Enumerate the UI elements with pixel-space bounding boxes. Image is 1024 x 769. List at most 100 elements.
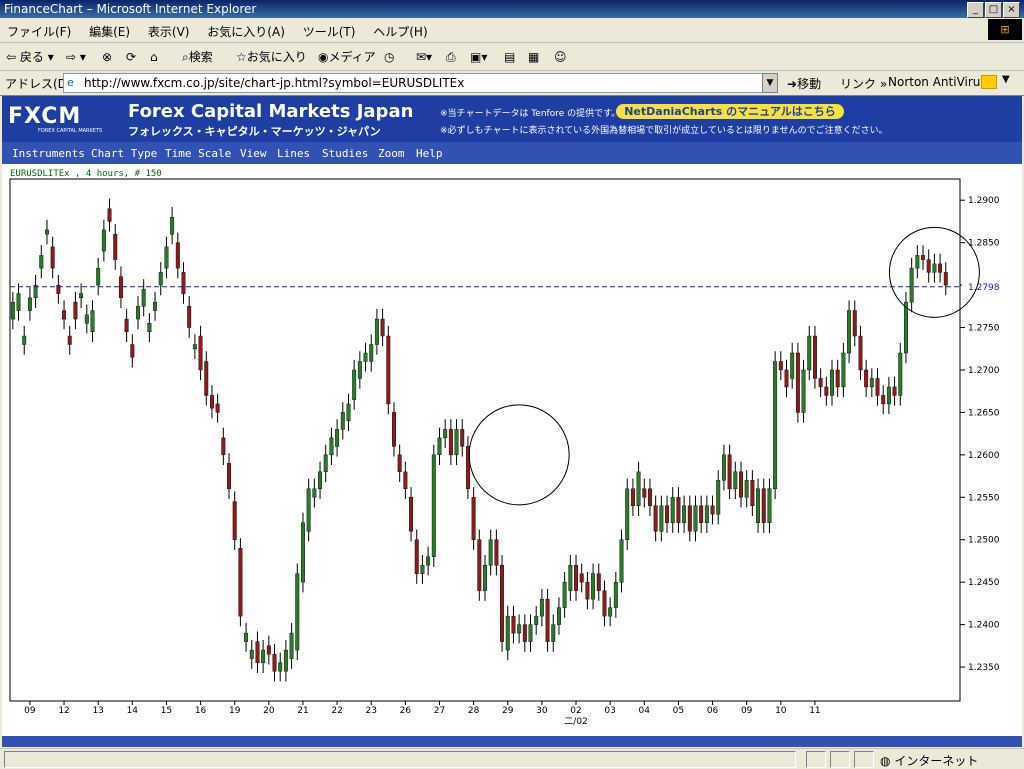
candle-down xyxy=(494,539,499,566)
candle-up xyxy=(437,437,442,456)
stop-icon[interactable]: ⊗ xyxy=(102,48,112,66)
candle-up xyxy=(505,615,510,651)
y-tick-label: 1.2700 xyxy=(968,366,1000,376)
mail-icon[interactable]: ✉▾ xyxy=(416,48,432,66)
candle-up xyxy=(756,488,761,523)
candle-up xyxy=(16,293,21,311)
back-label: 戻る xyxy=(19,50,44,64)
menu-favorites[interactable]: お気に入り(A) xyxy=(200,18,292,40)
menu-edit[interactable]: 編集(E) xyxy=(82,18,137,40)
forward-button[interactable]: ⇨ ▾ xyxy=(66,48,86,66)
chart-menu-instruments[interactable]: Instruments xyxy=(12,147,85,160)
menu-bar: ファイル(F) 編集(E) 表示(V) お気に入り(A) ツール(T) ヘルプ(… xyxy=(0,18,1024,43)
candle-up xyxy=(869,378,874,388)
media-button[interactable]: ◉メディア xyxy=(318,48,376,66)
home-icon[interactable]: ⌂ xyxy=(150,48,158,66)
menu-tools[interactable]: ツール(T) xyxy=(296,18,363,40)
address-dropdown[interactable]: ▼ xyxy=(762,73,778,93)
favorites-button[interactable]: ☆お気に入り xyxy=(236,48,307,66)
candle-up xyxy=(659,505,664,532)
candle-down xyxy=(858,335,863,371)
current-price-label: 1.2798 xyxy=(968,283,1000,293)
candle-up xyxy=(613,581,618,608)
chart-menu-lines[interactable]: Lines xyxy=(277,147,310,160)
candle-up xyxy=(420,564,425,574)
candle-down xyxy=(824,386,829,396)
candle-up xyxy=(915,255,920,269)
links-button[interactable]: リンク » xyxy=(840,75,887,92)
candle-up xyxy=(346,403,351,422)
candle-up xyxy=(773,361,778,490)
go-button[interactable]: ➜移動 xyxy=(787,75,821,92)
candle-down xyxy=(113,233,118,260)
chart-menu-help[interactable]: Help xyxy=(416,147,443,160)
norton-icon[interactable] xyxy=(981,75,997,89)
globe-icon: ◍ xyxy=(880,754,891,768)
menu-view[interactable]: 表示(V) xyxy=(141,18,197,40)
candle-up xyxy=(318,471,322,490)
candle-down xyxy=(687,505,692,532)
candle-down xyxy=(545,598,550,642)
y-tick-label: 1.2600 xyxy=(968,451,1000,461)
menu-file[interactable]: ファイル(F) xyxy=(0,18,78,40)
menu-help[interactable]: ヘルプ(H) xyxy=(366,18,434,40)
x-tick-label: 19 xyxy=(229,706,241,716)
close-button[interactable]: × xyxy=(1003,2,1020,18)
chart-menu-studies[interactable]: Studies xyxy=(322,147,368,160)
chart-menu-time-scale[interactable]: Time Scale xyxy=(165,147,231,160)
chart-menu-view[interactable]: View xyxy=(240,147,267,160)
back-button[interactable]: ⇦ 戻る ▾ xyxy=(6,48,54,66)
messenger-icon[interactable]: ▦ xyxy=(528,48,539,66)
candle-up xyxy=(96,267,101,286)
candle-up xyxy=(790,352,795,379)
page-icon: e xyxy=(67,76,74,89)
candle-down xyxy=(62,310,67,320)
smiley-icon[interactable]: ☺ xyxy=(554,48,567,66)
x-tick-label: 15 xyxy=(161,706,172,716)
candle-down xyxy=(215,403,220,413)
history-icon[interactable]: ◷ xyxy=(384,48,394,66)
norton-dropdown[interactable]: ▼ xyxy=(1002,74,1010,85)
window-titlebar: FinanceChart – Microsoft Internet Explor… xyxy=(0,0,1024,18)
candle-down xyxy=(67,335,72,345)
print-icon[interactable]: ⎙ xyxy=(446,48,456,66)
candle-down xyxy=(938,263,943,273)
maximize-button[interactable]: □ xyxy=(985,2,1002,18)
y-tick-label: 1.2850 xyxy=(968,239,1000,249)
candle-up xyxy=(693,505,698,532)
candle-down xyxy=(272,654,277,672)
discuss-icon[interactable]: ▤ xyxy=(504,48,515,66)
candle-up xyxy=(454,429,459,456)
x-tick-label: 05 xyxy=(673,706,684,716)
chart-menu-zoom[interactable]: Zoom xyxy=(378,147,405,160)
candle-down xyxy=(943,272,948,286)
address-label: アドレス(D) xyxy=(5,77,72,91)
candle-down xyxy=(414,539,419,574)
fxcm-logo[interactable]: FXCM FOREX CAPITAL MARKETS xyxy=(8,104,114,134)
candle-down xyxy=(602,590,607,617)
candlestick-chart[interactable]: EURUSDLITEx , 4 hours, # 150 1.2900 1.2850… xyxy=(2,164,1022,736)
search-label: 検索 xyxy=(188,50,213,64)
search-button[interactable]: ⌕検索 xyxy=(182,48,213,66)
minimize-button[interactable]: _ xyxy=(967,2,984,18)
candle-up xyxy=(682,505,687,523)
refresh-icon[interactable]: ⟳ xyxy=(126,48,136,66)
address-input[interactable]: e http://www.fxcm.co.jp/site/chart-jp.ht… xyxy=(63,73,765,93)
candle-down xyxy=(761,488,766,523)
candle-down xyxy=(386,335,391,405)
candle-down xyxy=(596,573,601,591)
chart-area[interactable]: EURUSDLITEx , 4 hours, # 150 1.2900 1.2850… xyxy=(2,164,1022,736)
candle-up xyxy=(426,556,431,566)
candle-down xyxy=(653,505,658,532)
x-month-label: 二/02 xyxy=(564,717,588,727)
candle-up xyxy=(153,301,158,311)
manual-link[interactable]: NetDaniaCharts のマニュアルはこちら xyxy=(616,104,844,119)
candle-up xyxy=(886,386,891,405)
window-controls: _ □ × xyxy=(966,1,1020,18)
candle-down xyxy=(585,581,590,600)
status-cell-3 xyxy=(854,751,874,768)
edit-icon[interactable]: ▣▾ xyxy=(470,48,487,66)
x-tick-label: 09 xyxy=(24,706,36,716)
candle-down xyxy=(500,564,505,642)
chart-menu-chart-type[interactable]: Chart Type xyxy=(91,147,157,160)
